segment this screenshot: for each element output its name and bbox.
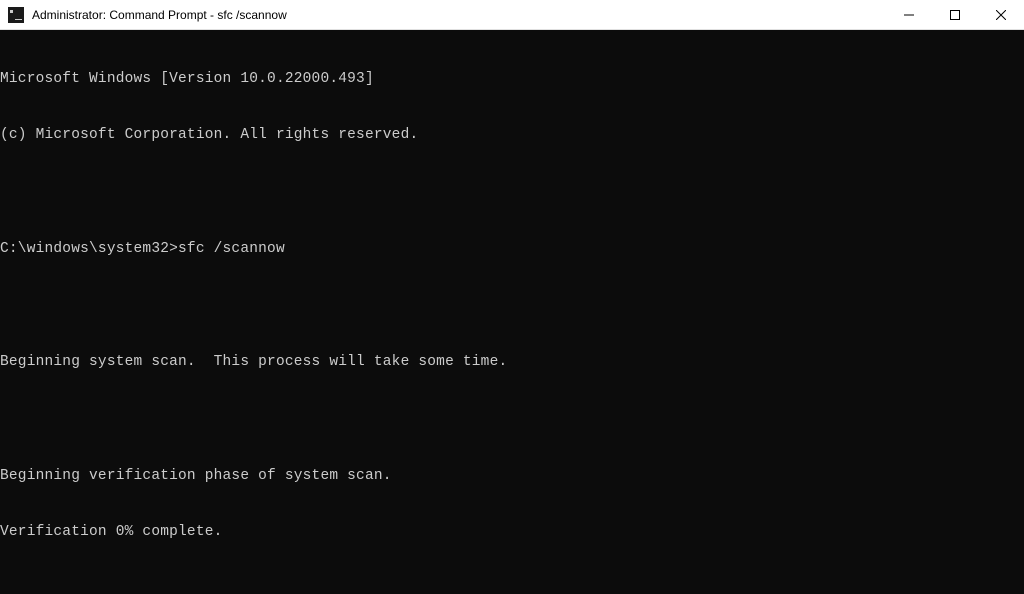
window-controls (886, 0, 1024, 29)
minimize-button[interactable] (886, 0, 932, 29)
terminal-line (0, 410, 1024, 429)
terminal-line (0, 183, 1024, 202)
terminal-line (0, 296, 1024, 315)
terminal-line: Verification 0% complete. (0, 523, 1024, 542)
terminal-line: (c) Microsoft Corporation. All rights re… (0, 126, 1024, 145)
close-button[interactable] (978, 0, 1024, 29)
titlebar[interactable]: Administrator: Command Prompt - sfc /sca… (0, 0, 1024, 30)
terminal-output[interactable]: Microsoft Windows [Version 10.0.22000.49… (0, 30, 1024, 594)
command-prompt-icon (8, 7, 24, 23)
terminal-line: Beginning system scan. This process will… (0, 353, 1024, 372)
minimize-icon (904, 10, 914, 20)
close-icon (996, 10, 1006, 20)
command-prompt-window: Administrator: Command Prompt - sfc /sca… (0, 0, 1024, 594)
terminal-line: C:\windows\system32>sfc /scannow (0, 240, 1024, 259)
terminal-line: Beginning verification phase of system s… (0, 467, 1024, 486)
maximize-button[interactable] (932, 0, 978, 29)
window-title: Administrator: Command Prompt - sfc /sca… (32, 8, 886, 22)
maximize-icon (950, 10, 960, 20)
terminal-line: Microsoft Windows [Version 10.0.22000.49… (0, 70, 1024, 89)
